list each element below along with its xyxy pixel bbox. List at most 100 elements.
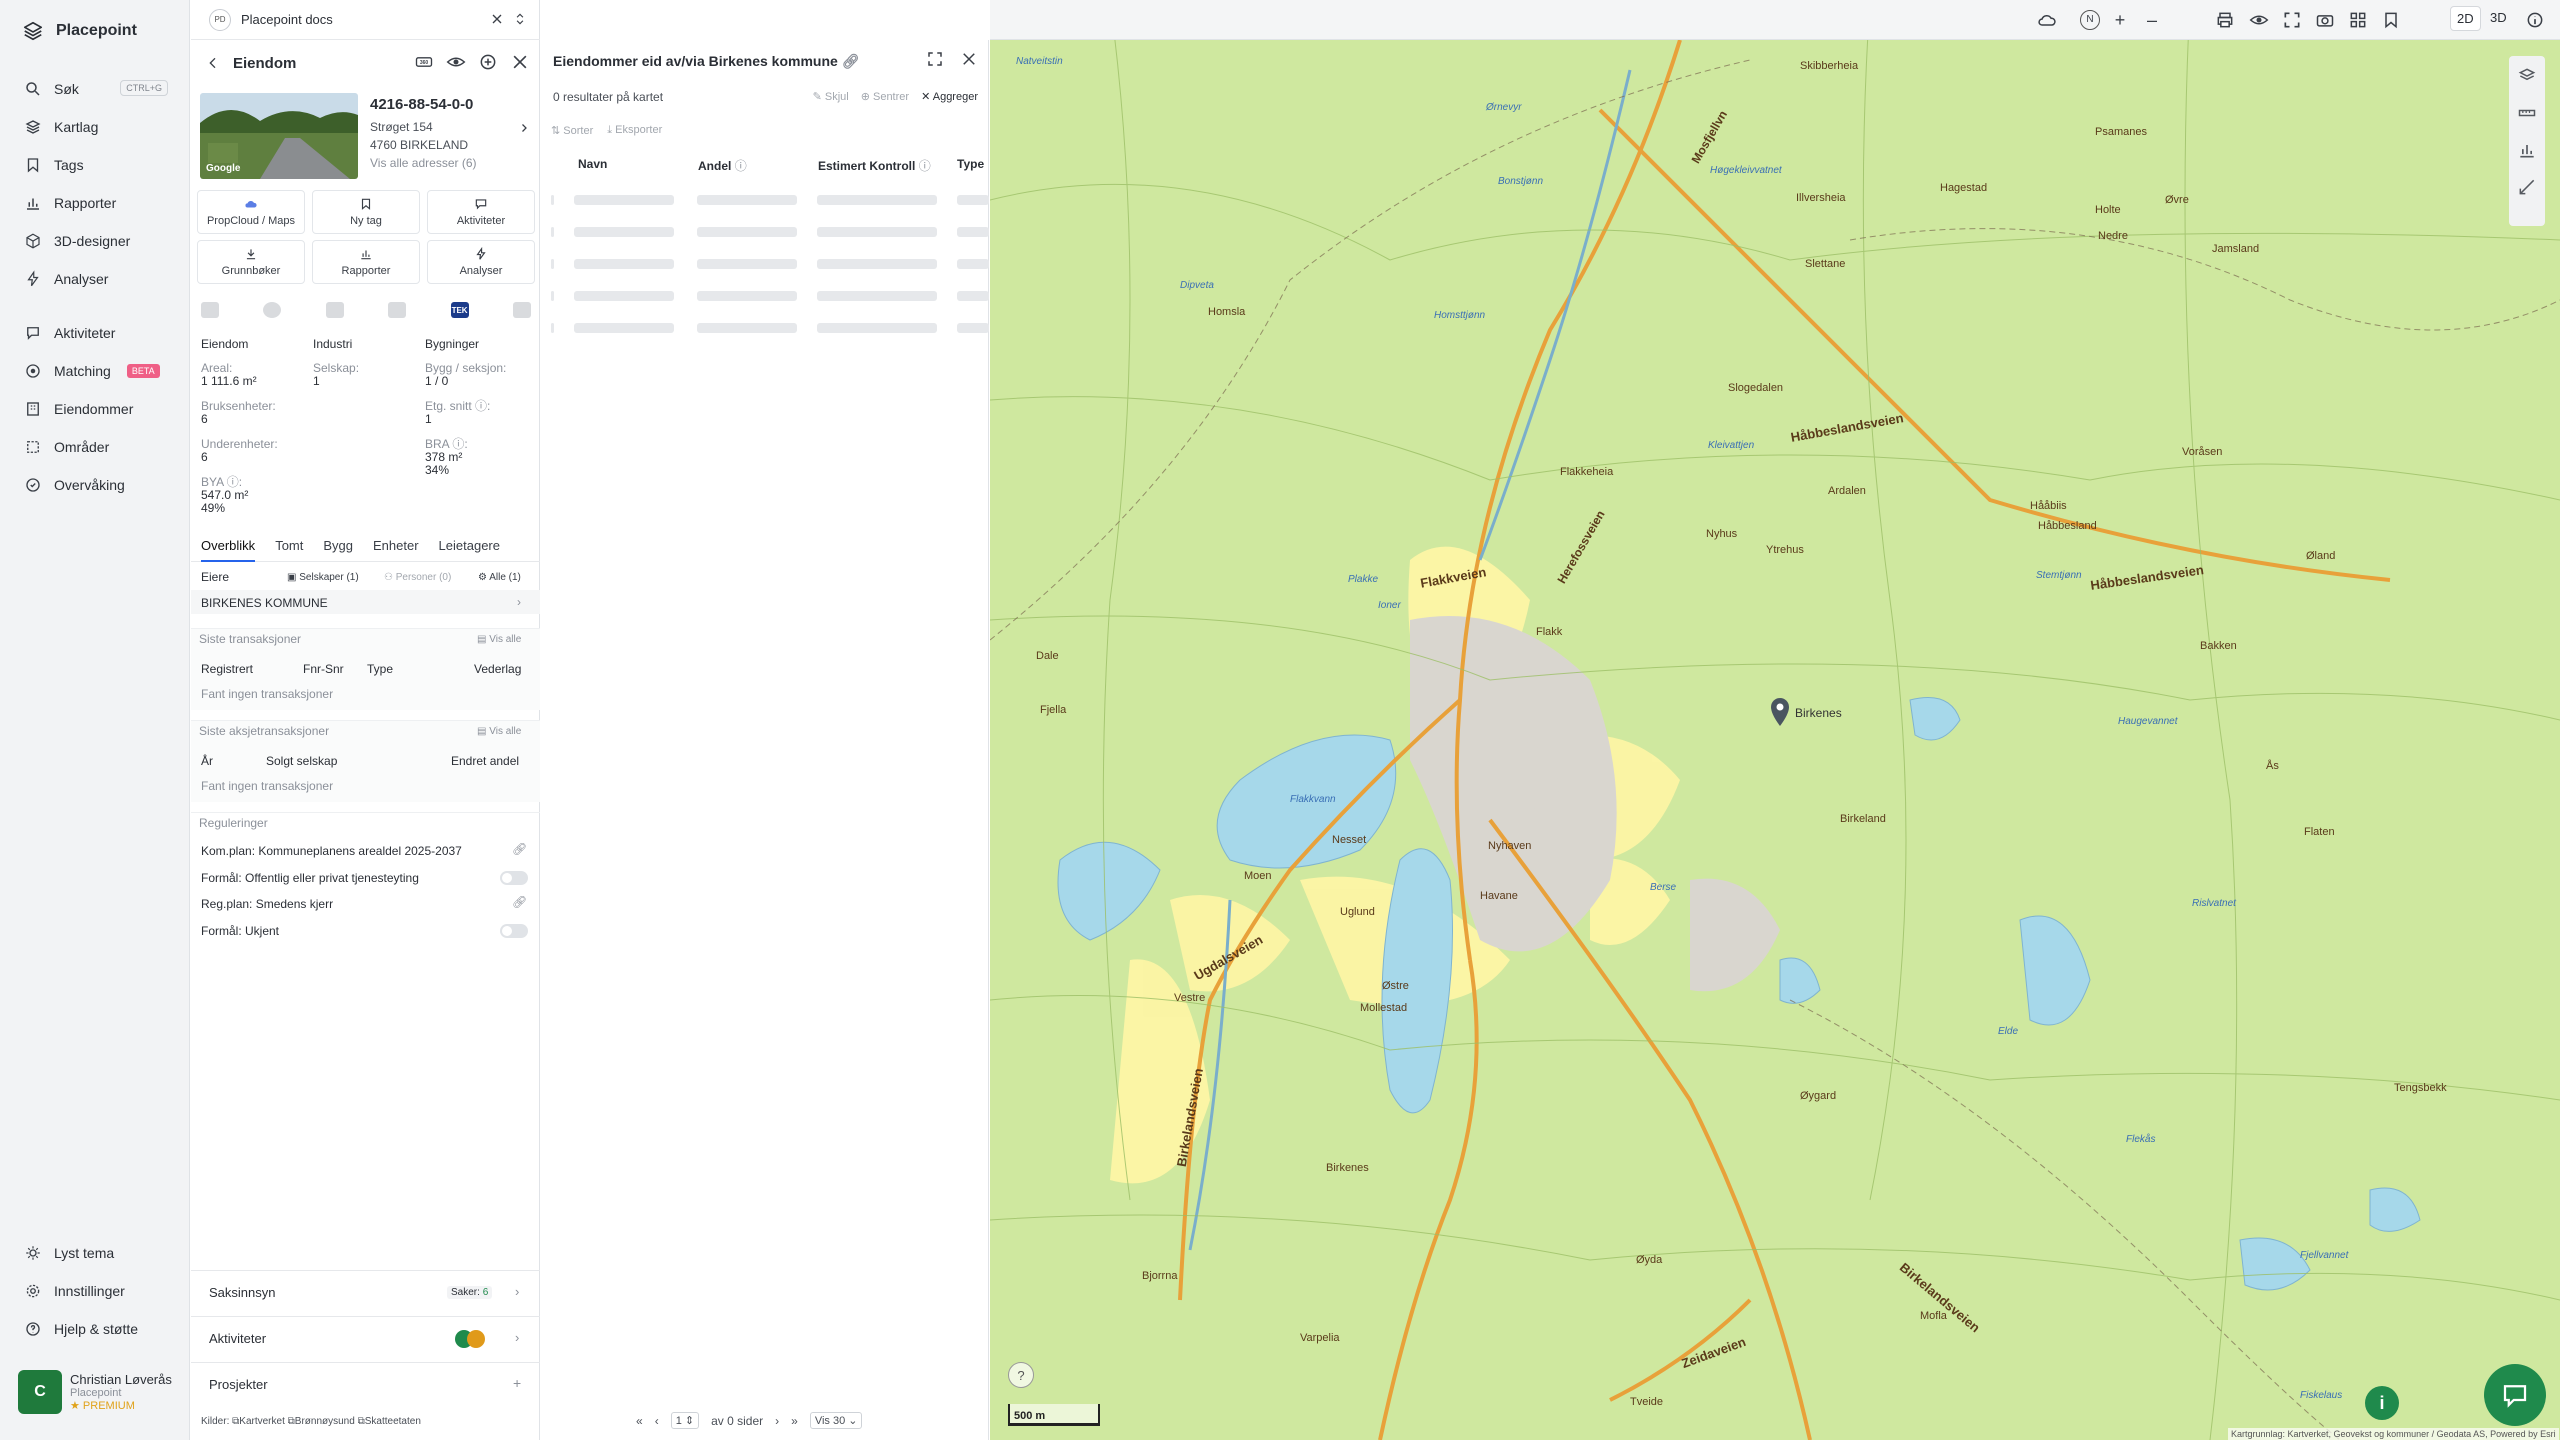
chevron-right-icon[interactable] — [518, 122, 530, 134]
nav-item-overvaking[interactable]: Overvåking — [0, 466, 190, 504]
new-tag-button[interactable]: Ny tag — [312, 190, 420, 234]
compass-icon[interactable]: N — [2080, 10, 2100, 30]
source-link[interactable]: ⧉Skatteetaten — [358, 1416, 421, 1427]
nav-item-matching[interactable]: Matching BETA — [0, 352, 190, 390]
tab-bygg[interactable]: Bygg — [323, 532, 353, 562]
user-profile[interactable]: C Christian Løverås Placepoint ★ PREMIUM — [18, 1370, 183, 1418]
page-select[interactable]: 1 ⇕ — [670, 1412, 700, 1429]
tab-leietagere[interactable]: Leietagere — [439, 532, 500, 562]
info-icon[interactable] — [2525, 10, 2545, 30]
nav-item-3d-designer[interactable]: 3D-designer — [0, 222, 190, 260]
nav-item-tags[interactable]: Tags — [0, 146, 190, 184]
hide-button[interactable]: ✎ Skjul — [813, 90, 849, 103]
link-icon[interactable]: 🔗︎ — [512, 842, 527, 856]
nav-item-rapporter[interactable]: Rapporter — [0, 184, 190, 222]
regulation-item[interactable]: Kom.plan: Kommuneplanens arealdel 2025-2… — [201, 844, 462, 858]
nav-item-kartlag[interactable]: Kartlag — [0, 108, 190, 146]
col-andel[interactable]: Andel ⓘ — [698, 157, 747, 174]
print-icon[interactable] — [2215, 10, 2235, 30]
nav-item-analyser[interactable]: Analyser — [0, 260, 190, 298]
col-type[interactable]: Type — [957, 157, 984, 171]
first-page-icon[interactable]: « — [636, 1414, 643, 1428]
grid-icon[interactable] — [2348, 10, 2368, 30]
chart-icon[interactable] — [2517, 140, 2537, 160]
show-all-link[interactable]: ▤ Vis alle — [477, 726, 521, 737]
link-icon[interactable]: 🔗︎ — [842, 53, 860, 69]
prosjekter-row[interactable]: Prosjekter + — [191, 1362, 540, 1406]
camera-icon[interactable] — [2315, 10, 2335, 30]
ruler-icon[interactable] — [2517, 103, 2537, 123]
view-2d-button[interactable]: 2D — [2450, 6, 2481, 31]
filter-all[interactable]: ⚙ Alle (1) — [478, 572, 521, 583]
eye-icon[interactable] — [446, 52, 466, 72]
close-icon[interactable] — [960, 50, 978, 68]
propcloud-button[interactable]: PropCloud / Maps — [197, 190, 305, 234]
nav-item-aktiviteter[interactable]: Aktiviteter — [0, 314, 190, 352]
add-circle-icon[interactable] — [478, 52, 498, 72]
nav-item-theme[interactable]: Lyst tema — [0, 1234, 190, 1272]
tab-tomt[interactable]: Tomt — [275, 532, 303, 562]
map-help-button[interactable]: ? — [1008, 1362, 1034, 1388]
bookmark-icon[interactable] — [2381, 10, 2401, 30]
source-link[interactable]: ⧉Kartverket — [232, 1416, 285, 1427]
land-registry-button[interactable]: Grunnbøker — [197, 240, 305, 284]
analyses-button[interactable]: Analyser — [427, 240, 535, 284]
chat-button[interactable] — [2484, 1364, 2546, 1426]
export-button[interactable]: ⤓ Eksporter — [607, 124, 662, 137]
regulation-item[interactable]: Reg.plan: Smedens kjerr — [201, 897, 333, 911]
eye-icon[interactable] — [2249, 10, 2269, 30]
col-kontroll[interactable]: Estimert Kontroll ⓘ — [818, 157, 931, 174]
expand-icon[interactable] — [926, 50, 944, 68]
show-all-link[interactable]: ▤ Vis alle — [477, 634, 521, 645]
per-page-select[interactable]: Vis 30 ⌄ — [809, 1412, 863, 1429]
measure-icon[interactable] — [2517, 177, 2537, 197]
link-icon[interactable]: 🔗︎ — [512, 895, 527, 909]
tab-enheter[interactable]: Enheter — [373, 532, 419, 562]
owner-row[interactable]: BIRKENES KOMMUNE › — [191, 590, 540, 614]
street-view-icon[interactable]: 360 — [414, 52, 434, 72]
plus-icon[interactable]: + — [513, 1375, 521, 1391]
nav-item-omrader[interactable]: Områder — [0, 428, 190, 466]
map-info-button[interactable]: i — [2365, 1386, 2399, 1420]
back-chevron-icon[interactable] — [205, 55, 221, 71]
home-layer-icon[interactable] — [512, 302, 531, 318]
sort-button[interactable]: ⇅ Sorter — [551, 124, 593, 137]
zoom-out-icon[interactable]: – — [2142, 10, 2162, 30]
nav-item-sok[interactable]: Søk CTRL+G — [0, 70, 190, 108]
activities-button[interactable]: Aktiviteter — [427, 190, 535, 234]
source-link[interactable]: ⧉Brønnøysund — [288, 1416, 355, 1427]
filter-companies[interactable]: ▣ Selskaper (1) — [287, 572, 359, 583]
nav-item-help[interactable]: Hjelp & støtte — [0, 1310, 190, 1348]
brand[interactable]: Placepoint — [22, 20, 137, 42]
center-button[interactable]: ⊕ Sentrer — [861, 90, 909, 103]
reports-button[interactable]: Rapporter — [312, 240, 420, 284]
chevron-updown-icon[interactable] — [513, 11, 527, 27]
saksinnsyn-row[interactable]: Saksinnsyn Saker: 6 › — [191, 1270, 540, 1314]
street-photo[interactable]: Google — [200, 93, 358, 179]
view-3d-button[interactable]: 3D — [2484, 6, 2513, 29]
aktiviteter-row[interactable]: Aktiviteter › — [191, 1316, 540, 1360]
nav-item-eiendommer[interactable]: Eiendommer — [0, 390, 190, 428]
property-marker-icon[interactable] — [1770, 698, 1790, 726]
stairs-layer-icon[interactable] — [388, 302, 407, 318]
zoom-in-icon[interactable]: + — [2110, 10, 2130, 30]
nav-item-settings[interactable]: Innstillinger — [0, 1272, 190, 1310]
map-canvas[interactable]: Skibberheia Psamanes Hagestad Holte Nedr… — [990, 0, 2560, 1440]
tree-layer-icon[interactable] — [325, 302, 344, 318]
tek-badge[interactable]: TEK — [450, 302, 469, 318]
close-icon[interactable] — [510, 52, 530, 72]
filter-persons[interactable]: ⚇ Personer (0) — [384, 572, 451, 583]
close-icon[interactable] — [489, 11, 505, 27]
last-page-icon[interactable]: » — [791, 1414, 798, 1428]
all-addresses-link[interactable]: Vis alle adresser (6) — [370, 156, 477, 170]
docs-title[interactable]: Placepoint docs — [241, 12, 333, 27]
col-navn[interactable]: Navn — [578, 157, 607, 171]
regulation-toggle[interactable] — [500, 924, 528, 938]
next-page-icon[interactable]: › — [775, 1414, 779, 1428]
cloud-layers-icon[interactable] — [2037, 10, 2057, 30]
fullscreen-icon[interactable] — [2282, 10, 2302, 30]
prev-page-icon[interactable]: ‹ — [655, 1414, 659, 1428]
globe-layer-icon[interactable] — [263, 302, 282, 318]
aggregate-button[interactable]: ✕ Aggreger — [921, 90, 978, 103]
layers-icon[interactable] — [2517, 66, 2537, 86]
